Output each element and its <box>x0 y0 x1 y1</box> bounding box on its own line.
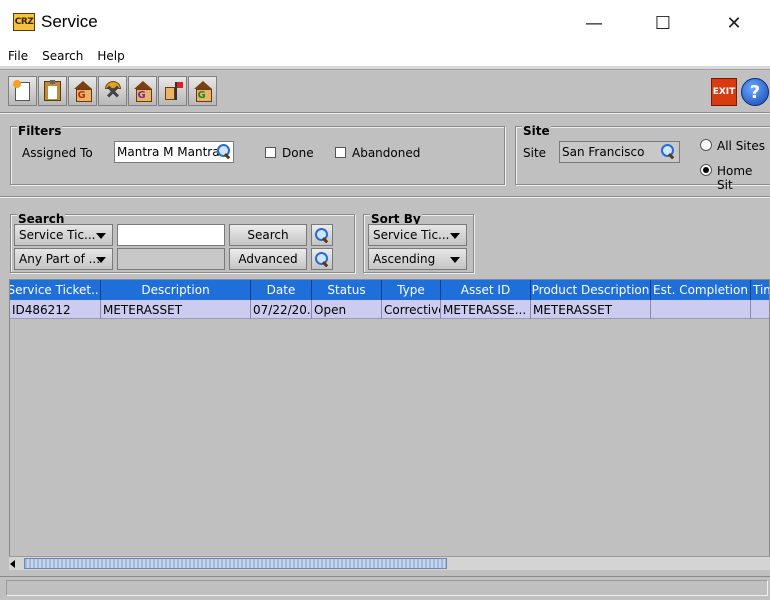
menu-separator <box>0 66 770 70</box>
search-field-combo-value: Service Tic... <box>19 228 96 242</box>
assigned-to-search-icon[interactable] <box>216 143 232 159</box>
maximize-button[interactable]: ☐ <box>640 0 686 46</box>
chevron-down-icon <box>96 233 106 239</box>
search-zoom-button[interactable] <box>311 224 333 246</box>
chevron-down-icon <box>450 233 460 239</box>
all-sites-label: All Sites <box>717 139 765 153</box>
help-button[interactable]: ? <box>741 78 769 106</box>
table-cell: METERASSE... <box>441 300 531 319</box>
table-cell: METERASSET <box>531 300 651 319</box>
scrollbar-thumb[interactable] <box>24 558 447 569</box>
all-sites-radio[interactable] <box>700 139 712 151</box>
sort-order-combo[interactable]: Ascending <box>368 248 467 270</box>
search-match-combo-value: Any Part of ... <box>19 252 101 266</box>
toolbar: G G G <box>8 76 217 108</box>
window-title: Service <box>41 12 98 31</box>
clipboard-button[interactable] <box>38 76 67 106</box>
assigned-to-label: Assigned To <box>22 146 93 160</box>
search-match-combo[interactable]: Any Part of ... <box>14 248 113 270</box>
tools-icon <box>103 81 123 101</box>
sort-order-combo-value: Ascending <box>373 252 436 266</box>
advanced-button[interactable]: Advanced <box>229 248 307 270</box>
search-button[interactable]: Search <box>229 224 307 246</box>
new-document-button[interactable] <box>8 76 37 106</box>
search-field-combo[interactable]: Service Tic... <box>14 224 113 246</box>
column-header[interactable]: Tim <box>751 280 769 300</box>
title-bar: CRZ Service — ☐ ✕ <box>0 0 770 46</box>
menu-bar: File Search Help <box>0 46 770 66</box>
chevron-down-icon <box>96 257 106 263</box>
column-header[interactable]: Date <box>251 280 312 300</box>
flag-button[interactable] <box>158 76 187 106</box>
column-header[interactable]: Type <box>382 280 441 300</box>
advanced-search-button[interactable] <box>311 248 333 270</box>
house-refresh-icon: G <box>193 81 213 102</box>
column-header[interactable]: Service Ticket... <box>10 280 101 300</box>
service-g-button[interactable]: G <box>128 76 157 106</box>
clipboard-icon <box>44 80 61 101</box>
search-secondary-field <box>117 248 225 270</box>
assigned-to-value: Mantra M Mantra <box>117 145 220 159</box>
filters-separator <box>0 196 770 198</box>
menu-search[interactable]: Search <box>35 49 90 63</box>
service-home-button[interactable]: G <box>68 76 97 106</box>
status-bar <box>0 576 770 600</box>
table-cell: METERASSET <box>101 300 251 319</box>
new-document-icon <box>13 79 30 101</box>
app-logo-icon: CRZ <box>13 13 35 31</box>
column-header[interactable]: Product Description <box>531 280 651 300</box>
sort-field-combo[interactable]: Service Tic... <box>368 224 467 246</box>
home-site-radio[interactable] <box>700 164 712 176</box>
abandoned-label: Abandoned <box>352 146 421 160</box>
site-label: Site <box>523 146 547 160</box>
toolbar-separator <box>0 112 770 114</box>
house-g-purple-icon: G <box>133 81 153 102</box>
site-value: San Francisco <box>562 145 645 159</box>
refresh-button[interactable]: G <box>188 76 217 106</box>
table-header: Service Ticket... Description Date Statu… <box>10 280 769 300</box>
abandoned-checkbox[interactable] <box>335 147 346 158</box>
menu-help[interactable]: Help <box>90 49 131 63</box>
close-button[interactable]: ✕ <box>711 0 757 46</box>
menu-file[interactable]: File <box>0 49 35 63</box>
column-header[interactable]: Description <box>101 280 251 300</box>
house-g-icon: G <box>73 81 93 102</box>
home-site-label: Home Sit <box>717 164 753 192</box>
done-checkbox[interactable] <box>265 147 276 158</box>
done-label: Done <box>282 146 314 160</box>
sort-field-combo-value: Service Tic... <box>373 228 450 242</box>
column-header[interactable]: Asset ID <box>441 280 531 300</box>
search-query-input[interactable] <box>117 224 225 246</box>
results-table[interactable]: Service Ticket... Description Date Statu… <box>9 279 770 570</box>
column-header[interactable]: Est. Completion <box>651 280 751 300</box>
status-panel <box>6 580 768 596</box>
table-cell: Corrective <box>382 300 441 319</box>
scroll-left-icon[interactable] <box>10 560 15 568</box>
table-row[interactable]: ID486212 METERASSET 07/22/20... Open Cor… <box>10 300 769 319</box>
tools-button[interactable] <box>98 76 127 106</box>
exit-button[interactable]: EXIT <box>711 78 737 106</box>
minimize-button[interactable]: — <box>571 0 617 46</box>
table-cell: Open <box>312 300 382 319</box>
chevron-down-icon <box>450 257 460 263</box>
site-title: Site <box>522 124 551 138</box>
magnifier-icon <box>314 227 330 243</box>
advanced-magnifier-icon <box>314 251 330 267</box>
table-cell <box>651 300 751 319</box>
table-cell: ID486212 <box>10 300 101 319</box>
table-cell <box>751 300 769 319</box>
flag-icon <box>163 81 183 101</box>
column-header[interactable]: Status <box>312 280 382 300</box>
filters-title: Filters <box>17 124 63 138</box>
table-cell: 07/22/20... <box>251 300 312 319</box>
site-search-icon[interactable] <box>660 143 676 159</box>
horizontal-scrollbar[interactable] <box>9 556 770 570</box>
